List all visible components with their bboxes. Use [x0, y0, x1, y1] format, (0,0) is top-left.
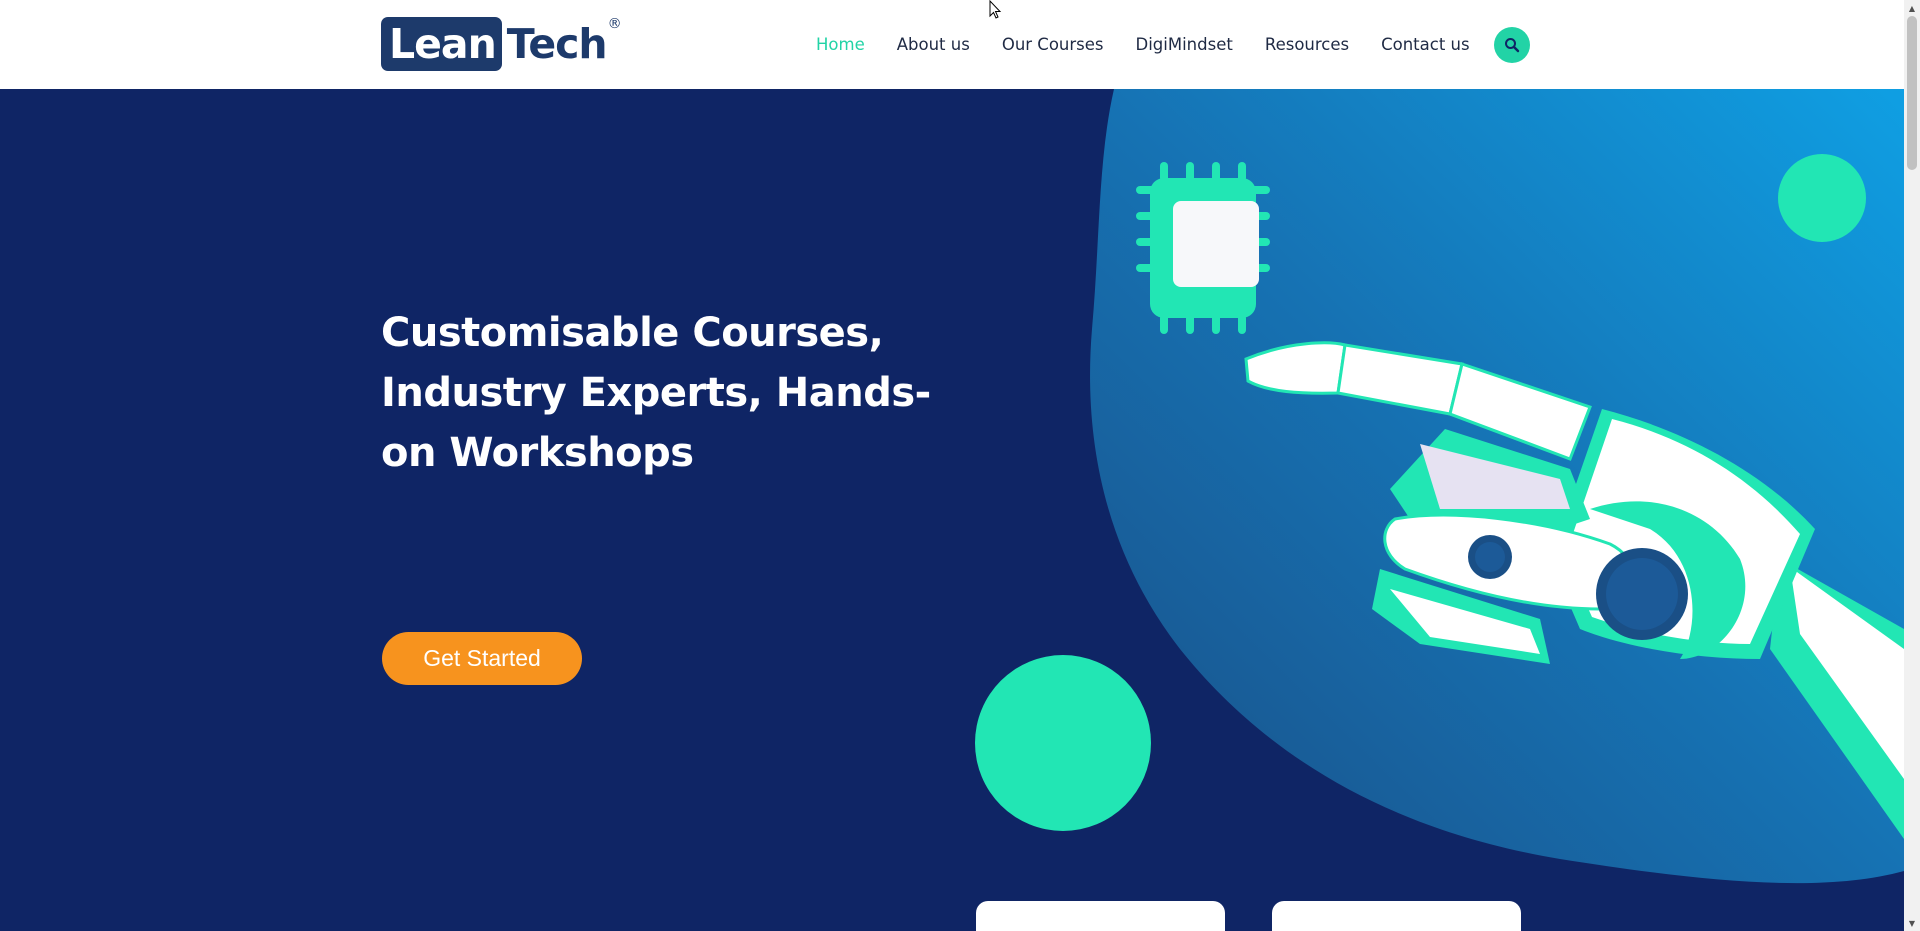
scroll-thumb[interactable] [1907, 16, 1917, 170]
nav-digimindset[interactable]: DigiMindset [1136, 35, 1233, 54]
page-scrollbar[interactable]: ▲ ▼ [1904, 0, 1920, 931]
hero-section: Customisable Courses, Industry Experts, … [0, 89, 1904, 931]
teal-circle-large [975, 655, 1151, 831]
nav-about-us[interactable]: About us [897, 35, 970, 54]
chip-icon [1136, 162, 1270, 334]
mouse-cursor-icon [989, 0, 1002, 19]
search-icon [1505, 38, 1520, 53]
search-button[interactable] [1494, 27, 1530, 63]
leantech-logo[interactable]: Lean Tech ® [381, 16, 622, 73]
nav-contact-us[interactable]: Contact us [1381, 35, 1470, 54]
get-started-button[interactable]: Get Started [382, 632, 582, 685]
site-header: Lean Tech ® Home About us Our Courses Di… [0, 0, 1904, 89]
scroll-down-arrow-icon[interactable]: ▼ [1904, 915, 1920, 931]
hero-title: Customisable Courses, Industry Experts, … [381, 310, 931, 476]
main-nav: Home About us Our Courses DigiMindset Re… [800, 0, 1486, 89]
nav-home[interactable]: Home [816, 35, 865, 54]
logo-lean-text: Lean [381, 17, 502, 71]
logo-registered-mark: ® [607, 16, 622, 32]
feature-card-2[interactable] [1272, 901, 1521, 931]
logo-tech-text: Tech [506, 20, 608, 68]
nav-resources[interactable]: Resources [1265, 35, 1349, 54]
feature-card-1[interactable] [976, 901, 1225, 931]
scroll-up-arrow-icon[interactable]: ▲ [1904, 0, 1920, 16]
hero-illustration [975, 89, 1904, 884]
nav-our-courses[interactable]: Our Courses [1002, 35, 1104, 54]
teal-circle-small [1778, 154, 1866, 242]
